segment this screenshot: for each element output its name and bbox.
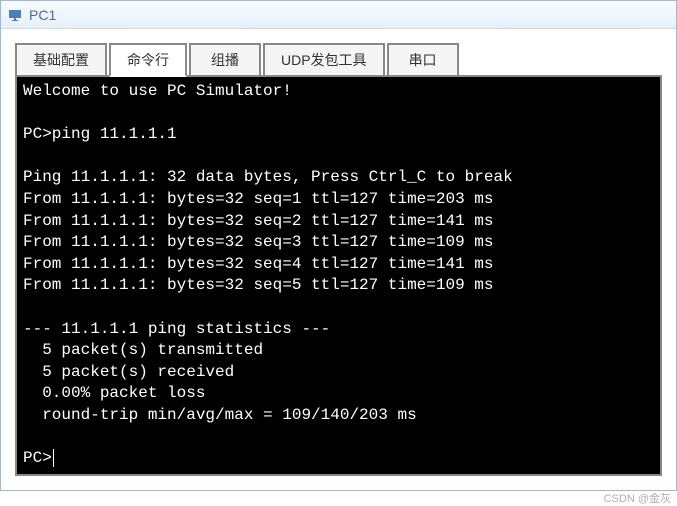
title-bar: PC1 bbox=[1, 1, 676, 29]
tab-label: 组播 bbox=[211, 52, 239, 68]
window-title: PC1 bbox=[29, 7, 56, 23]
watermark: CSDN @金灰 bbox=[604, 490, 671, 506]
tab-serial[interactable]: 串口 bbox=[387, 43, 459, 77]
tab-command-line[interactable]: 命令行 bbox=[109, 43, 187, 77]
terminal-wrapper: Welcome to use PC Simulator! PC>ping 11.… bbox=[15, 75, 662, 476]
tab-bar: 基础配置 命令行 组播 UDP发包工具 串口 bbox=[1, 29, 676, 77]
terminal-output: Welcome to use PC Simulator! PC>ping 11.… bbox=[23, 82, 513, 424]
tab-label: UDP发包工具 bbox=[281, 52, 367, 68]
tab-label: 命令行 bbox=[127, 52, 169, 68]
terminal[interactable]: Welcome to use PC Simulator! PC>ping 11.… bbox=[17, 77, 660, 474]
tab-label: 基础配置 bbox=[33, 52, 89, 68]
pc-simulator-window: PC1 基础配置 命令行 组播 UDP发包工具 串口 Welcome to us… bbox=[0, 0, 677, 491]
tab-udp-tool[interactable]: UDP发包工具 bbox=[263, 43, 385, 77]
terminal-prompt: PC> bbox=[23, 449, 52, 467]
cursor bbox=[53, 449, 54, 467]
tab-label: 串口 bbox=[409, 52, 437, 68]
tab-multicast[interactable]: 组播 bbox=[189, 43, 261, 77]
app-icon bbox=[7, 7, 23, 23]
tab-basic-config[interactable]: 基础配置 bbox=[15, 43, 107, 77]
